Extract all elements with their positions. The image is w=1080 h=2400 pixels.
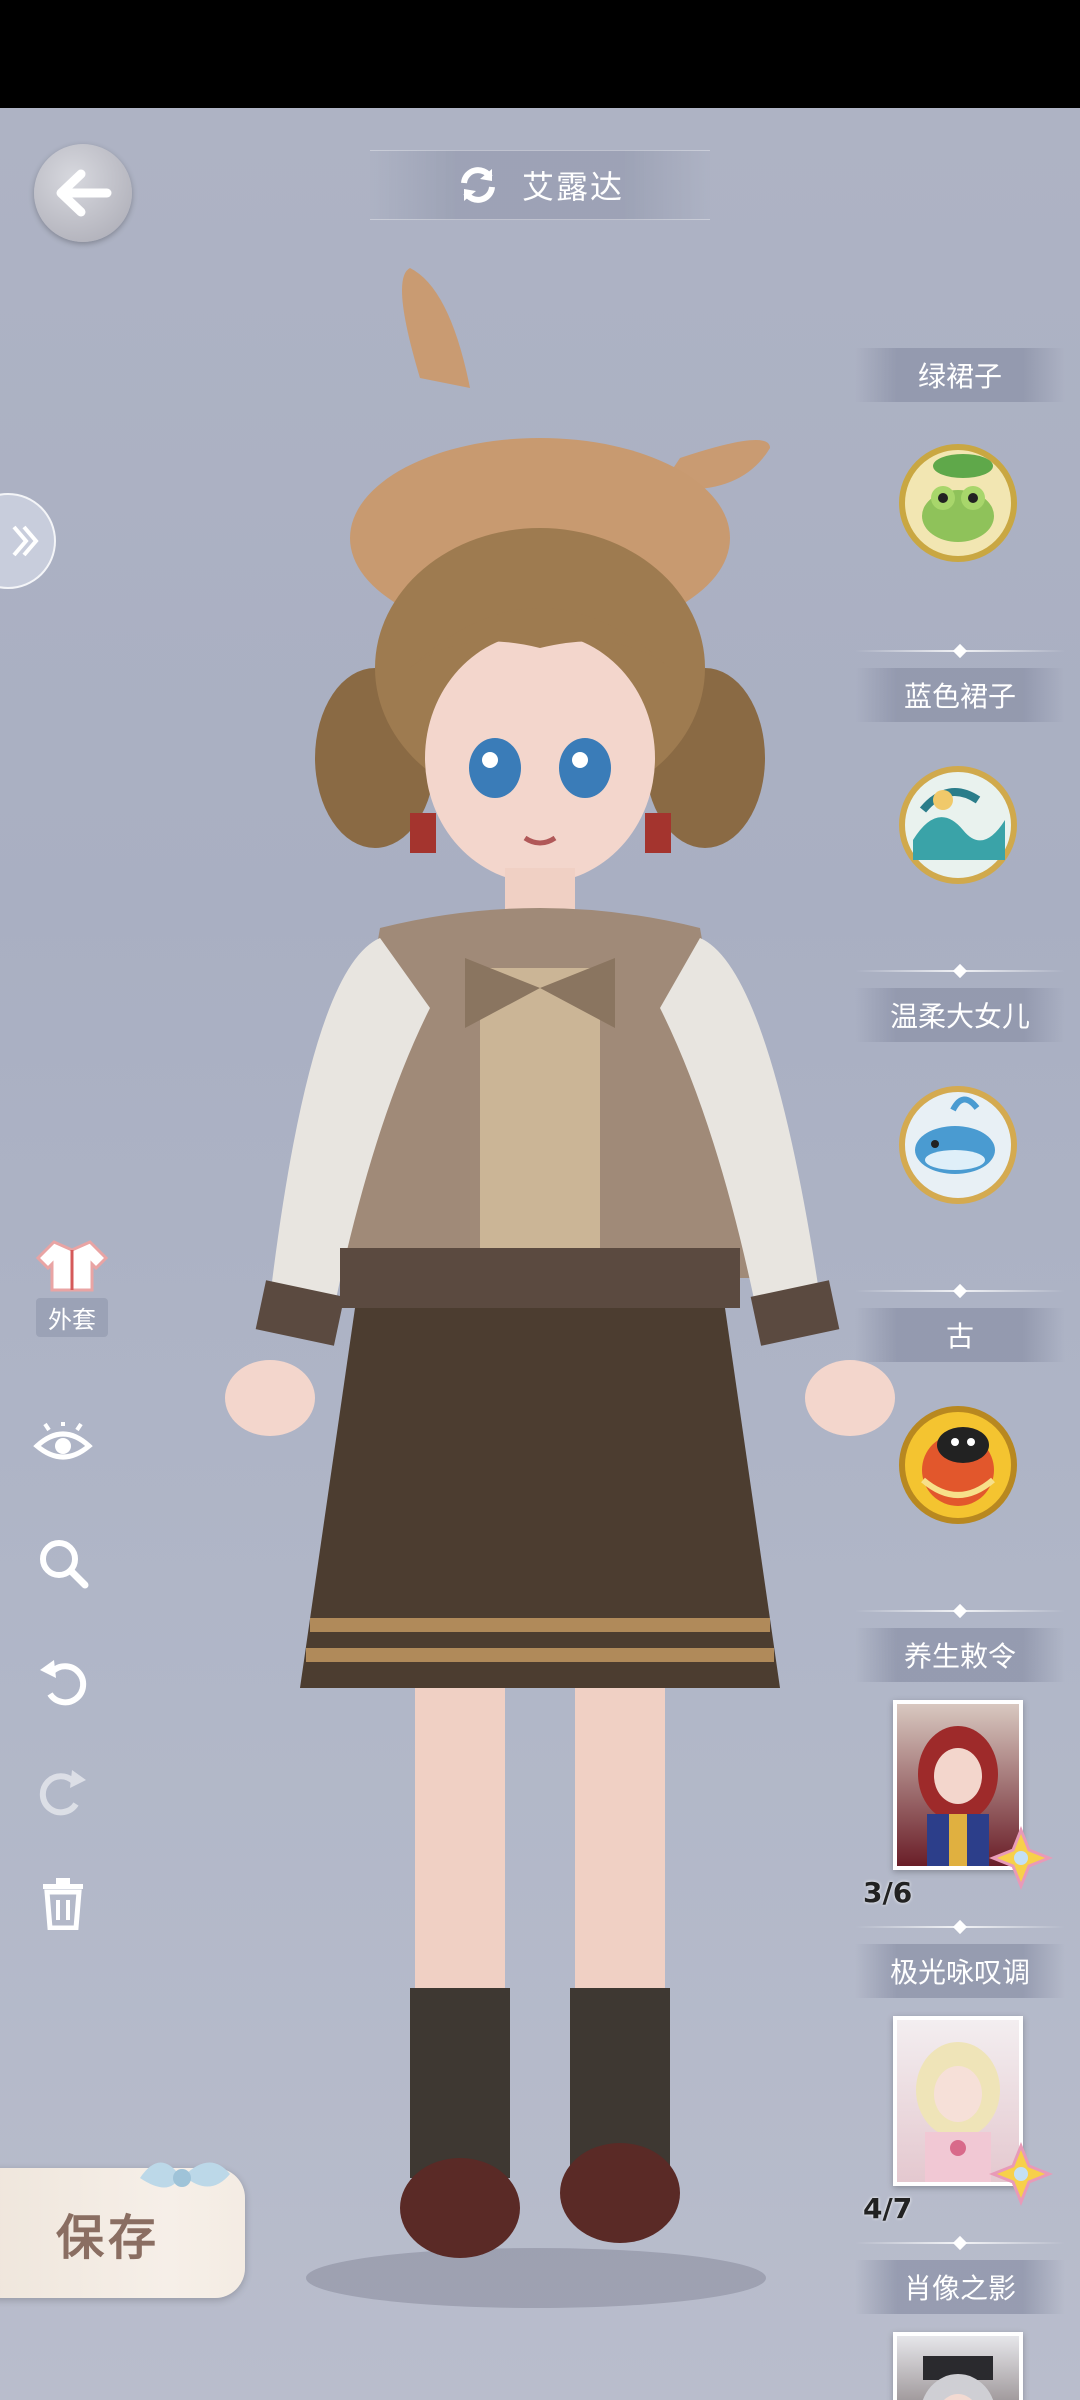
double-chevron-right-icon	[12, 525, 39, 557]
wave-fish-badge-icon[interactable]	[893, 760, 1023, 890]
status-bar	[0, 0, 1080, 108]
frog-badge-icon[interactable]	[893, 438, 1023, 568]
delete-button[interactable]	[26, 1866, 100, 1940]
outfit-title-bar[interactable]: 艾露达	[370, 150, 710, 220]
expand-panel-tab[interactable]	[0, 493, 56, 589]
save-button[interactable]: 保存	[0, 2162, 245, 2298]
undo-icon	[40, 1660, 87, 1706]
portrait-image	[922, 2356, 994, 2400]
refresh-icon[interactable]	[456, 163, 500, 207]
outfit-label[interactable]: 极光咏叹调	[855, 1944, 1065, 1998]
magnifier-icon	[40, 1540, 89, 1589]
undo-button[interactable]	[26, 1644, 100, 1718]
whale-badge-icon[interactable]	[893, 1080, 1023, 1210]
back-button[interactable]	[34, 144, 132, 242]
coat-icon	[35, 1240, 109, 1292]
outfit-label[interactable]: 绿裙子	[855, 348, 1065, 402]
redo-icon	[39, 1770, 86, 1816]
eye-icon	[33, 1422, 93, 1460]
divider	[855, 1610, 1065, 1612]
flower-badge-icon	[989, 2142, 1053, 2206]
outfit-count: 3/6	[863, 1876, 913, 1909]
dressup-scene: 艾露达 外套 绿裙子 蓝色裙子 温柔大女儿 古 养生敕令 3/6 极光咏叹调 4…	[0, 108, 1080, 2400]
outfit-title: 艾露达	[521, 168, 624, 206]
divider	[855, 1926, 1065, 1928]
outfit-label[interactable]: 古	[855, 1308, 1065, 1362]
back-arrow-icon	[56, 169, 112, 217]
flower-badge-icon	[989, 1826, 1053, 1890]
divider	[855, 650, 1065, 652]
zoom-button[interactable]	[26, 1526, 100, 1600]
outfit-label[interactable]: 养生敕令	[855, 1628, 1065, 1682]
ribbon-decoration-icon	[140, 2162, 230, 2188]
outfit-portrait[interactable]	[893, 2332, 1023, 2400]
divider	[855, 2242, 1065, 2244]
divider	[855, 970, 1065, 972]
outfit-count: 4/7	[863, 2192, 913, 2225]
redo-button[interactable]	[26, 1754, 100, 1828]
hide-toggle-button[interactable]	[26, 1408, 100, 1482]
trash-icon	[43, 1878, 83, 1930]
coat-toggle[interactable]: 外套	[22, 1238, 122, 1337]
outfit-label[interactable]: 温柔大女儿	[855, 988, 1065, 1042]
coat-label: 外套	[36, 1298, 108, 1337]
cat-badge-icon[interactable]	[893, 1400, 1023, 1530]
outfit-label[interactable]: 蓝色裙子	[855, 668, 1065, 722]
outfit-label[interactable]: 肖像之影	[855, 2260, 1065, 2314]
divider	[855, 1290, 1065, 1292]
